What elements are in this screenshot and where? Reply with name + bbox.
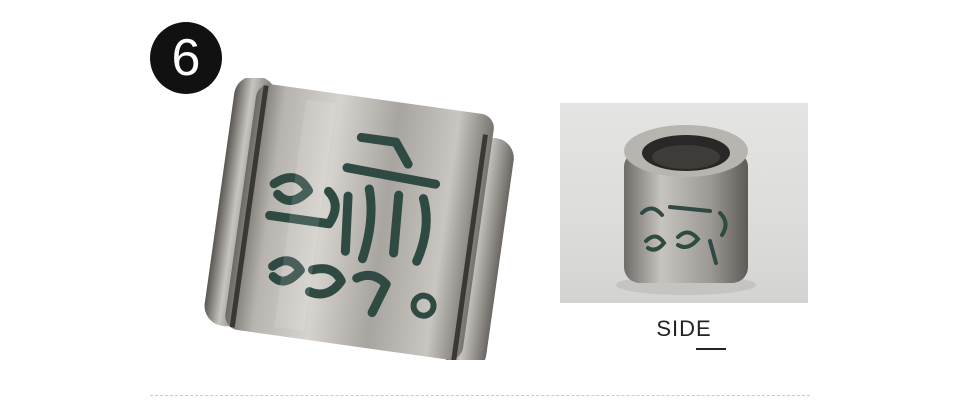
section-divider [150, 395, 810, 396]
bead-side-illustration [616, 125, 756, 295]
bead-side-photo [560, 103, 808, 303]
bead-front-photo [204, 78, 514, 360]
side-view-caption: SIDE [656, 316, 712, 341]
caption-underline [696, 348, 726, 350]
item-number: 6 [171, 29, 201, 87]
